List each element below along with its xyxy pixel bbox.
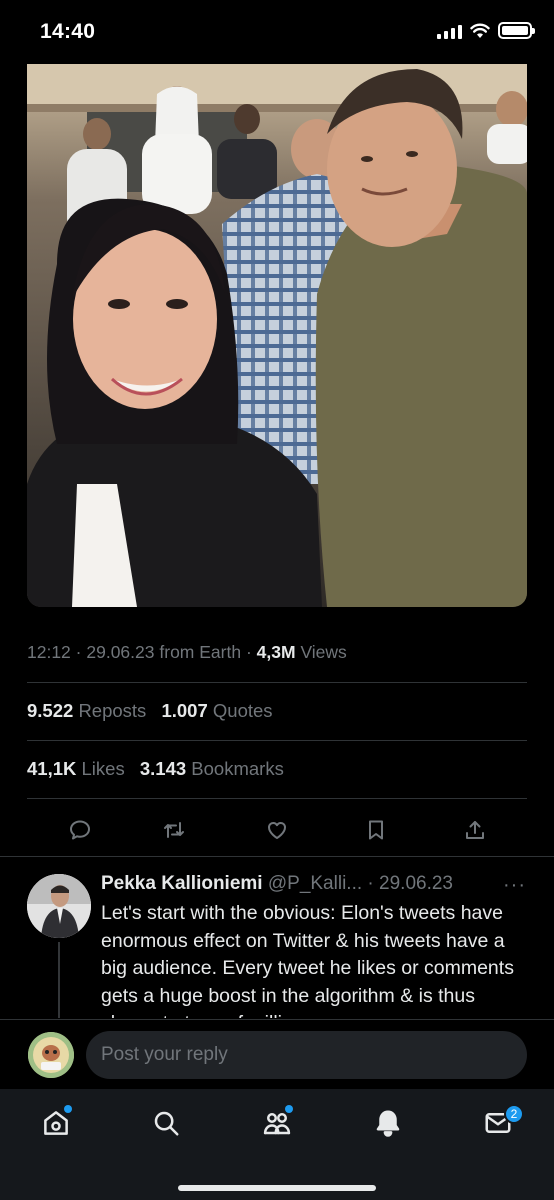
bookmark-icon <box>369 820 383 840</box>
battery-icon <box>498 22 535 39</box>
reposts-quotes-row: 9.522 Reposts 1.007 Quotes <box>27 700 273 722</box>
notification-dot <box>285 1105 293 1113</box>
divider <box>27 740 527 741</box>
status-icons <box>437 22 535 39</box>
more-options-icon[interactable]: ··· <box>503 874 526 897</box>
reply-input[interactable] <box>86 1031 527 1079</box>
nav-notifications[interactable] <box>368 1103 408 1143</box>
status-bar: 14:40 <box>0 0 554 64</box>
reply-header: Pekka Kallioniemi @P_Kalli... · 29.06.23 <box>101 873 453 895</box>
bottom-nav: 2 <box>0 1089 554 1200</box>
likes-count: 41,1K <box>27 758 77 779</box>
nav-communities[interactable] <box>257 1103 297 1143</box>
share-button[interactable] <box>461 816 489 844</box>
divider <box>27 798 527 799</box>
repost-icon <box>164 822 184 838</box>
thread-line <box>58 942 60 1018</box>
tweet-time: 12:12 <box>27 642 71 662</box>
reposts-stat[interactable]: 9.522 Reposts <box>27 700 146 721</box>
reposts-label: Reposts <box>78 700 147 721</box>
reply-tweet[interactable]: Pekka Kallioniemi @P_Kalli... · 29.06.23… <box>0 858 554 1018</box>
tweet-photo[interactable] <box>27 64 527 607</box>
views-label[interactable]: Views <box>300 642 346 662</box>
tweet-actions <box>0 808 554 850</box>
repost-button[interactable] <box>160 816 188 844</box>
reply-text: Let's start with the obvious: Elon's twe… <box>101 902 514 1018</box>
bookmark-button[interactable] <box>362 816 390 844</box>
reply-author-name[interactable]: Pekka Kallioniemi <box>101 873 263 894</box>
search-icon <box>154 1111 179 1136</box>
quotes-count: 1.007 <box>161 700 208 721</box>
nav-home[interactable] <box>36 1103 76 1143</box>
comment-icon <box>70 820 90 840</box>
notification-dot <box>64 1105 72 1113</box>
likes-bookmarks-row: 41,1K Likes 3.143 Bookmarks <box>27 758 284 780</box>
views-count: 4,3M <box>256 642 296 662</box>
heart-icon <box>268 822 286 839</box>
tweet-date: 29.06.23 <box>86 642 155 662</box>
quotes-label: Quotes <box>212 700 273 721</box>
bookmarks-stat[interactable]: 3.143 Bookmarks <box>140 758 284 779</box>
share-icon <box>466 821 484 839</box>
avatar[interactable] <box>28 1032 74 1078</box>
reposts-count: 9.522 <box>27 700 74 721</box>
divider <box>0 856 554 857</box>
tweet-source: from Earth <box>159 642 242 662</box>
divider <box>27 682 527 683</box>
avatar[interactable] <box>27 874 91 938</box>
likes-label: Likes <box>81 758 125 779</box>
wifi-icon <box>470 23 490 38</box>
tweet-meta: 12:12 · 29.06.23 from Earth · 4,3M Views <box>27 642 347 662</box>
quotes-stat[interactable]: 1.007 Quotes <box>161 700 272 721</box>
bookmarks-count: 3.143 <box>139 758 187 779</box>
reply-composer <box>0 1019 554 1089</box>
reply-date: · 29.06.23 <box>367 873 453 894</box>
bookmarks-label: Bookmarks <box>191 758 284 779</box>
status-time: 14:40 <box>40 20 96 43</box>
signal-icon <box>437 23 462 39</box>
notifications-icon <box>376 1110 400 1137</box>
nav-messages[interactable]: 2 <box>478 1103 524 1143</box>
reply-author-handle[interactable]: @P_Kalli... <box>268 873 362 894</box>
home-indicator <box>178 1185 376 1191</box>
nav-search[interactable] <box>146 1103 186 1143</box>
messages-badge: 2 <box>504 1104 524 1124</box>
reply-button[interactable] <box>66 816 94 844</box>
like-button[interactable] <box>263 816 291 844</box>
likes-stat[interactable]: 41,1K Likes <box>27 758 125 779</box>
